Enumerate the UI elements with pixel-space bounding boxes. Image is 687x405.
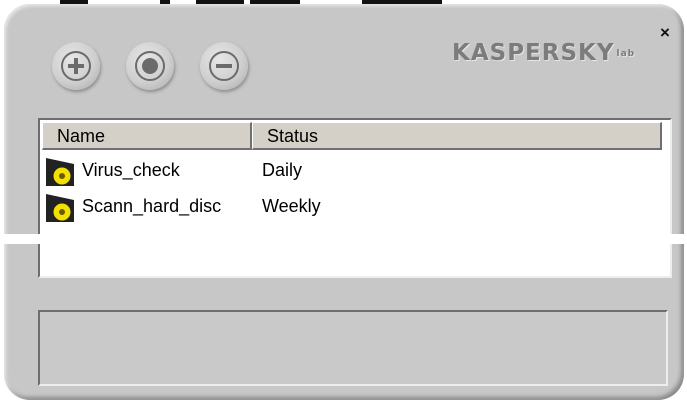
- add-task-button[interactable]: [52, 42, 100, 90]
- task-icon: [46, 194, 74, 222]
- logo-text: KASPERSKY: [452, 40, 615, 66]
- task-name: Virus_check: [82, 160, 180, 180]
- start-task-button[interactable]: [126, 42, 174, 90]
- divider-strip: [0, 234, 687, 244]
- task-icon: [46, 158, 74, 186]
- task-status: Daily: [262, 160, 303, 180]
- table-row[interactable]: Virus_check Daily: [46, 156, 646, 188]
- column-header-status[interactable]: Status: [252, 122, 662, 150]
- logo-suffix: lab: [616, 48, 636, 59]
- status-panel: [38, 310, 668, 386]
- kaspersky-window: KASPERSKY lab × Name Status Virus_check D…: [4, 4, 684, 400]
- column-header-name[interactable]: Name: [42, 122, 252, 150]
- table-row[interactable]: Scann_hard_disc Weekly: [46, 192, 646, 224]
- close-button[interactable]: ×: [656, 24, 674, 42]
- remove-task-button[interactable]: [200, 42, 248, 90]
- task-name: Scann_hard_disc: [82, 196, 222, 216]
- close-icon: ×: [660, 23, 670, 42]
- task-list: Name Status Virus_check Daily Scann_hard…: [38, 118, 672, 278]
- task-status: Weekly: [262, 196, 321, 216]
- kaspersky-logo: KASPERSKY lab: [452, 40, 635, 66]
